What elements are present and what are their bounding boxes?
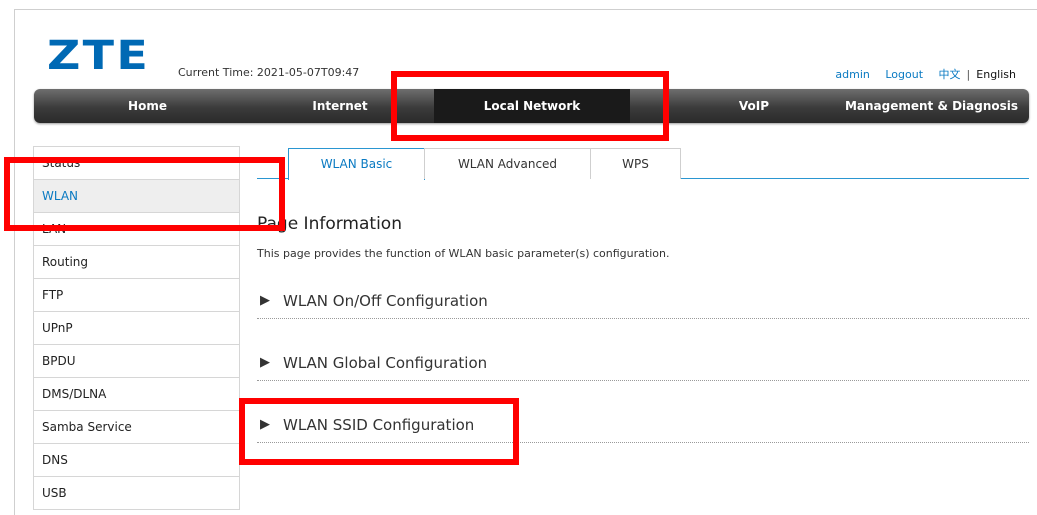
nav-voip[interactable]: VoIP bbox=[659, 89, 849, 123]
tab-wps[interactable]: WPS bbox=[590, 148, 681, 179]
zte-logo: ZTE bbox=[47, 33, 151, 79]
tab-wlan-advanced[interactable]: WLAN Advanced bbox=[424, 148, 591, 179]
page-info-description: This page provides the function of WLAN … bbox=[257, 247, 670, 260]
sidebar-item-samba-service[interactable]: Samba Service bbox=[34, 411, 239, 444]
lang-en-link[interactable]: English bbox=[976, 68, 1016, 81]
highlight-box-wlan bbox=[4, 157, 285, 231]
sidebar-item-usb[interactable]: USB bbox=[34, 477, 239, 510]
section-wlan-global[interactable]: ▶ WLAN Global Configuration bbox=[257, 350, 1029, 381]
nav-management-diagnosis[interactable]: Management & Diagnosis bbox=[834, 89, 1029, 123]
section-wlan-on-off[interactable]: ▶ WLAN On/Off Configuration bbox=[257, 288, 1029, 319]
highlight-box-ssid-config bbox=[239, 398, 519, 465]
sidebar-item-routing[interactable]: Routing bbox=[34, 246, 239, 279]
sidebar-item-dms-dlna[interactable]: DMS/DLNA bbox=[34, 378, 239, 411]
current-time: Current Time: 2021-05-07T09:47 bbox=[178, 66, 360, 79]
section-label: WLAN Global Configuration bbox=[283, 354, 488, 372]
sidebar-item-dns[interactable]: DNS bbox=[34, 444, 239, 477]
lang-separator: | bbox=[966, 68, 971, 81]
sidebar-item-upnp[interactable]: UPnP bbox=[34, 312, 239, 345]
user-link[interactable]: admin bbox=[835, 68, 869, 81]
top-links: admin Logout 中文 | English bbox=[823, 66, 1016, 82]
sidebar-item-bpdu[interactable]: BPDU bbox=[34, 345, 239, 378]
nav-home[interactable]: Home bbox=[34, 89, 261, 123]
lang-cn-link[interactable]: 中文 bbox=[939, 68, 961, 81]
sidebar-item-ftp[interactable]: FTP bbox=[34, 279, 239, 312]
logout-link[interactable]: Logout bbox=[885, 68, 923, 81]
tab-wlan-basic[interactable]: WLAN Basic bbox=[288, 148, 425, 180]
expand-triangle-icon: ▶ bbox=[260, 293, 270, 308]
section-label: WLAN On/Off Configuration bbox=[283, 292, 488, 310]
expand-triangle-icon: ▶ bbox=[260, 355, 270, 370]
highlight-box-local-network bbox=[391, 71, 669, 141]
